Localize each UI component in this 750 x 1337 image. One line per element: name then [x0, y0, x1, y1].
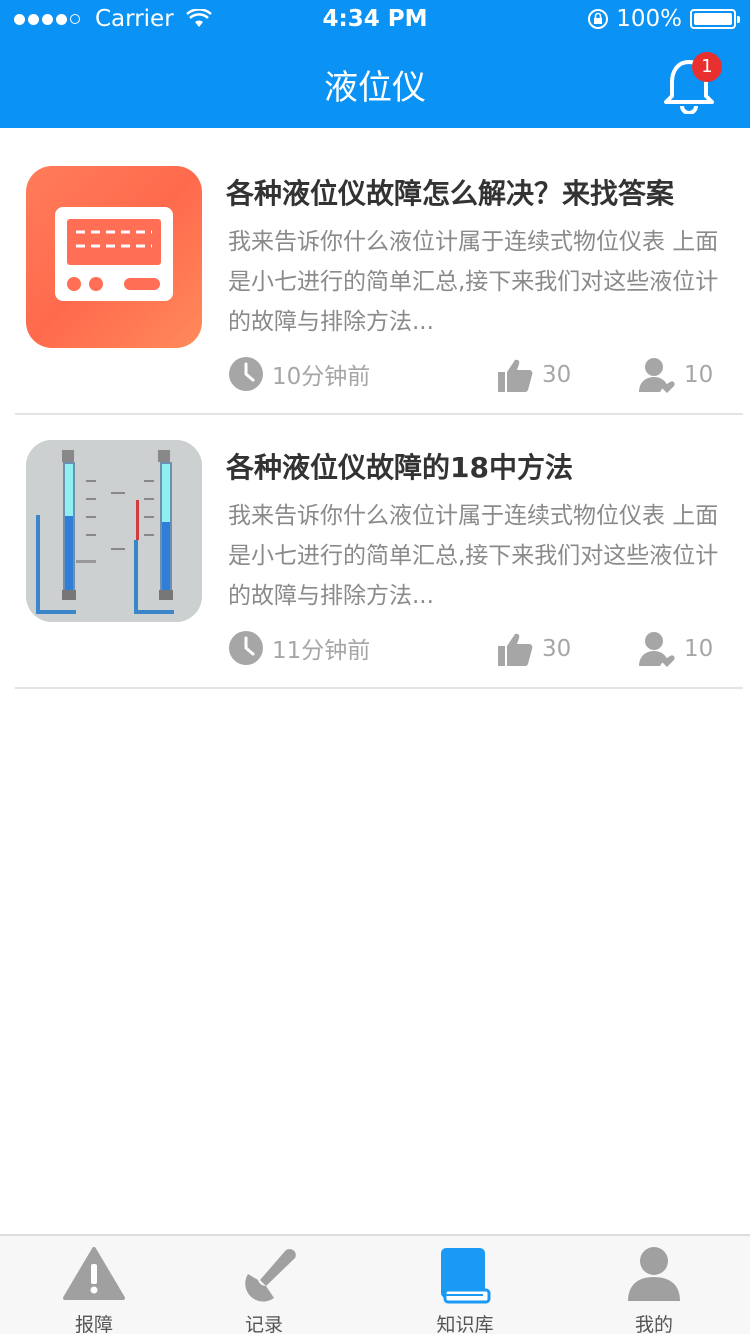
status-bar: Carrier 4:34 PM 100% [0, 0, 750, 40]
user-heart-icon [639, 358, 675, 393]
article-item[interactable]: 各种液位仪故障的18中方法 我来告诉你什么液位计属于连续式物位仪表 上面是小七进… [0, 402, 750, 677]
top-bar: Carrier 4:34 PM 100% 液位仪 1 [0, 0, 750, 128]
user-icon [628, 1247, 680, 1301]
clock-icon [229, 357, 263, 391]
page-title: 液位仪 [324, 68, 426, 108]
article-summary: 我来告诉你什么液位计属于连续式物位仪表 上面是小七进行的简单汇总,接下来我们对这… [228, 503, 719, 609]
liquid-level-gauge-image [26, 440, 202, 622]
thumbs-up-icon[interactable] [496, 630, 534, 668]
tab-label: 知识库 [436, 1314, 494, 1336]
tab-label: 我的 [634, 1314, 673, 1336]
user-heart-icon [639, 632, 675, 667]
article-title[interactable]: 各种液位仪故障的18中方法 [226, 446, 573, 486]
follower-count: 10 [684, 636, 714, 662]
thumbs-up-icon[interactable] [496, 356, 534, 394]
tab-bar: 报障 记录 知识库 我的 [0, 1234, 750, 1336]
notification-badge: 1 [692, 52, 722, 82]
follower-count: 10 [684, 362, 714, 388]
warning-icon [63, 1247, 125, 1300]
battery-percent: 100% [616, 6, 682, 32]
article-summary: 我来告诉你什么液位计属于连续式物位仪表 上面是小七进行的简单汇总,接下来我们对这… [228, 229, 719, 335]
like-count: 30 [542, 362, 572, 388]
tab-knowledge[interactable]: 知识库 [405, 1236, 525, 1336]
article-time: 11分钟前 [272, 638, 371, 664]
tab-records[interactable]: 记录 [204, 1236, 324, 1336]
tab-report[interactable]: 报障 [34, 1236, 154, 1336]
tab-label: 记录 [244, 1314, 283, 1336]
like-count: 30 [542, 636, 572, 662]
book-icon [441, 1248, 491, 1304]
article-meta: 11分钟前 30 10 [228, 630, 718, 670]
article-thumbnail [26, 166, 202, 348]
divider [15, 687, 743, 689]
rotation-lock-icon [588, 9, 609, 29]
article-time: 10分钟前 [272, 364, 371, 390]
tab-profile[interactable]: 我的 [594, 1236, 714, 1336]
battery-icon [690, 9, 740, 29]
article-thumbnail [26, 440, 202, 622]
article-item[interactable]: 各种液位仪故障怎么解决？来找答案 我来告诉你什么液位计属于连续式物位仪表 上面是… [0, 128, 750, 403]
wrench-icon [245, 1249, 296, 1302]
clock-icon [229, 631, 263, 665]
meter-icon [55, 207, 173, 301]
article-meta: 10分钟前 30 10 [228, 356, 718, 396]
tab-label: 报障 [74, 1314, 113, 1336]
article-title[interactable]: 各种液位仪故障怎么解决？来找答案 [226, 172, 674, 212]
